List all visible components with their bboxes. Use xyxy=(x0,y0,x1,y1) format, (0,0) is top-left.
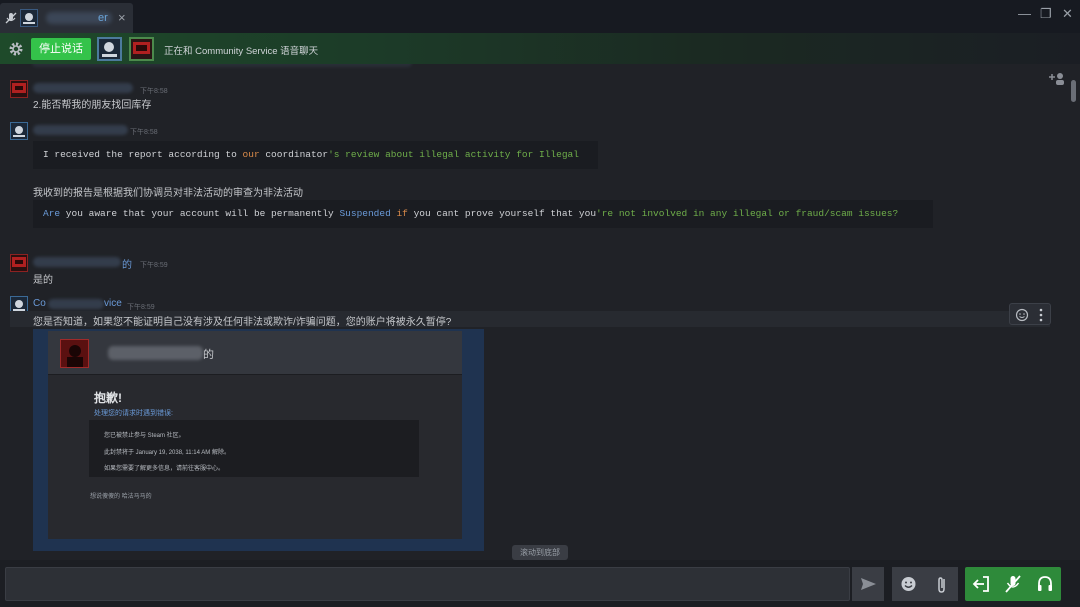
chat-history[interactable]: 下午8:58 2.能否帮我的朋友找回库存 下午8:58 I received t… xyxy=(0,64,1070,560)
notice-line: 此封禁将于 January 19, 2038, 11:14 AM 解除。 xyxy=(104,450,230,456)
code-text: 're not involved in any illegal or fraud… xyxy=(596,208,899,219)
send-button[interactable] xyxy=(852,567,884,601)
embed-footer: 想说傻傻的 哈法马马的 xyxy=(90,494,152,500)
restore-button[interactable]: ❐ xyxy=(1040,6,1052,22)
code-text: 's review about illegal activity for Ill… xyxy=(328,149,579,160)
sender-name-redacted[interactable] xyxy=(48,299,104,309)
more-options-icon[interactable] xyxy=(1038,308,1044,322)
title-bar: er × — ❐ ✕ xyxy=(0,0,1080,33)
image-attachment[interactable]: 的 抱歉! 处理您的请求时遇到错误: 您已被禁止参与 Steam 社区。 此封禁… xyxy=(33,329,484,551)
message-input[interactable] xyxy=(5,567,850,601)
stop-talking-button[interactable]: 停止说话 xyxy=(31,38,91,60)
code-text: I received the report according to xyxy=(43,149,243,160)
ban-notice: 您已被禁止参与 Steam 社区。 此封禁将于 January 19, 2038… xyxy=(89,420,419,477)
minimize-button[interactable]: — xyxy=(1018,6,1031,21)
sender-name-redacted[interactable] xyxy=(33,83,133,93)
tab-name: er xyxy=(98,12,108,24)
timestamp: 下午8:58 xyxy=(130,129,158,136)
emoji-button[interactable] xyxy=(892,567,925,601)
timestamp: 下午8:58 xyxy=(140,88,168,95)
code-text: Suspended xyxy=(339,208,391,219)
mute-mic-button[interactable] xyxy=(997,567,1029,601)
gear-icon[interactable] xyxy=(8,41,24,57)
tab-close-icon[interactable]: × xyxy=(118,10,126,25)
voice-participant-avatar xyxy=(97,37,122,61)
code-text: Are xyxy=(43,208,61,219)
embed-title: 抱歉! xyxy=(94,391,122,405)
add-member-icon[interactable] xyxy=(1047,71,1065,87)
avatar[interactable] xyxy=(10,254,28,272)
embed-header: 的 xyxy=(48,331,462,375)
message-text: 2.能否帮我的朋友找回库存 xyxy=(33,100,152,111)
embed-subtitle: 处理您的请求时遇到错误: xyxy=(94,410,173,417)
code-text: you aware that your account will be perm… xyxy=(60,208,340,219)
headset-button[interactable] xyxy=(1029,567,1061,601)
notice-line: 您已被禁止参与 Steam 社区。 xyxy=(104,433,185,439)
voice-status-text: 正在和 Community Service 语音聊天 xyxy=(164,46,319,57)
message-tools xyxy=(1009,303,1051,325)
chat-tab[interactable]: er × xyxy=(0,3,133,33)
embed-avatar xyxy=(60,339,89,368)
voice-participant-avatar xyxy=(129,37,154,61)
message-text: 是的 xyxy=(33,275,53,286)
sender-name[interactable]: vice xyxy=(104,298,122,309)
code-block-english: Are you aware that your account will be … xyxy=(33,200,933,228)
code-text: you cant prove yourself that you xyxy=(407,208,597,219)
close-window-button[interactable]: ✕ xyxy=(1062,6,1073,22)
tab-avatar xyxy=(20,9,38,27)
avatar[interactable] xyxy=(10,80,28,98)
sender-name[interactable]: 的 xyxy=(122,256,132,271)
avatar[interactable] xyxy=(10,122,28,140)
embed-name-redacted xyxy=(108,346,203,360)
emoji-react-icon[interactable] xyxy=(1015,308,1029,322)
sender-name[interactable]: Co xyxy=(33,298,46,309)
attach-button[interactable] xyxy=(925,567,958,601)
code-block-english: I received the report according to our c… xyxy=(33,141,598,169)
sender-name-redacted[interactable] xyxy=(33,125,128,135)
message-text: 我收到的报告是根据我们协调员对非法活动的审查为非法活动 xyxy=(33,188,303,199)
embed-name: 的 xyxy=(203,349,214,361)
message-text: 您是否知道，如果您不能证明自己没有涉及任何非法或欺诈/诈骗问题，您的账户将被永久… xyxy=(33,317,452,328)
voice-controls xyxy=(965,567,1061,601)
timestamp: 下午8:59 xyxy=(140,262,168,269)
notice-line: 如果您需要了解更多信息，请前往客服中心。 xyxy=(104,466,225,472)
scrollbar-thumb[interactable] xyxy=(1071,80,1076,102)
cutoff-message xyxy=(32,64,412,67)
leave-voice-button[interactable] xyxy=(965,567,997,601)
code-text: if xyxy=(390,208,408,219)
voice-bar: 停止说话 正在和 Community Service 语音聊天 xyxy=(0,33,1080,64)
code-text: our xyxy=(242,149,260,160)
composer-bar xyxy=(0,560,1080,607)
scroll-to-bottom-button[interactable]: 滚动到底部 xyxy=(512,545,568,560)
embedded-screenshot: 的 抱歉! 处理您的请求时遇到错误: 您已被禁止参与 Steam 社区。 此封禁… xyxy=(48,331,462,539)
mic-off-icon xyxy=(4,11,18,25)
code-text: coordinator xyxy=(259,149,329,160)
sender-name-redacted[interactable] xyxy=(33,257,121,267)
